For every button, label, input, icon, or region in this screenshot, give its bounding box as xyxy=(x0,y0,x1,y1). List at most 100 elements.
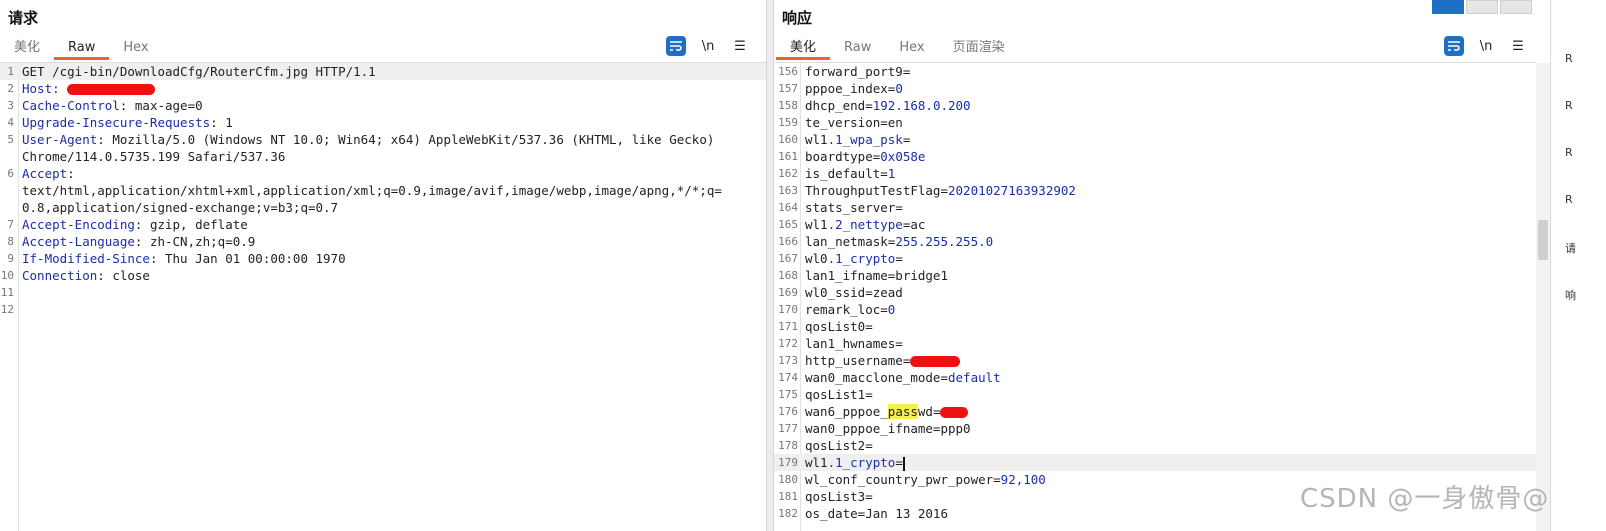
code-line: 162 is_default=1 xyxy=(774,165,1536,182)
line-text: wan0_pppoe_ifname=ppp0 xyxy=(805,420,971,437)
token: User-Agent xyxy=(22,132,98,147)
line-number: 173 xyxy=(778,354,798,367)
token: is_default= xyxy=(805,166,888,181)
line-text: wl0.1_crypto= xyxy=(805,250,903,267)
code-line: Chrome/114.0.5735.199 Safari/537.36 xyxy=(0,148,766,165)
request-pane: 请求 美化 Raw Hex \n ☰ 1 GET /cgi-bin/DownloadC… xyxy=(0,0,766,531)
tab-1[interactable]: 美化 xyxy=(0,38,54,60)
token: qosList3= xyxy=(805,489,873,504)
code-line: 159 te_version=en xyxy=(774,114,1536,131)
redaction-mark xyxy=(910,356,961,367)
line-text: Connection: close xyxy=(22,267,150,284)
line-number: 12 xyxy=(0,303,14,316)
token: .1_crypto xyxy=(827,455,896,470)
tab-2[interactable]: Raw xyxy=(830,38,885,60)
tab-2[interactable]: Raw xyxy=(54,38,110,60)
token: wl1 xyxy=(805,217,828,232)
inspector-strip: R R R R 请响 xyxy=(1550,0,1606,531)
inspector-item[interactable]: R xyxy=(1565,193,1573,206)
code-line: 160 wl1.1_wpa_psk= xyxy=(774,131,1536,148)
response-pane: 响应 美化 Raw Hex 页面渲染 \n ☰ 156 forward_port9= 15… xyxy=(774,0,1550,531)
line-number: 158 xyxy=(778,99,798,112)
tab-3[interactable]: Hex xyxy=(885,38,938,60)
token: Accept-Encoding xyxy=(22,217,135,232)
token: : max-age=0 xyxy=(119,98,203,113)
response-title: 响应 xyxy=(782,9,813,27)
code-line: 2 Host: xyxy=(0,80,766,97)
code-line: 0.8,application/signed-exchange;v=b3;q=0… xyxy=(0,199,766,216)
line-text: wl1.1_wpa_psk= xyxy=(805,131,910,148)
line-text: forward_port9= xyxy=(805,63,910,80)
line-number: 175 xyxy=(778,388,798,401)
inspector-item[interactable]: R xyxy=(1565,52,1573,65)
line-text: stats_server= xyxy=(805,199,903,216)
line-number: 168 xyxy=(778,269,798,282)
line-number: 170 xyxy=(778,303,798,316)
code-line: text/html,application/xhtml+xml,applicat… xyxy=(0,182,766,199)
line-text: wl_conf_country_pwr_power=92,100 xyxy=(805,471,1046,488)
newline-toggle-icon[interactable]: \n xyxy=(1476,36,1496,56)
line-text: te_version=en xyxy=(805,114,903,131)
tab-1[interactable]: 美化 xyxy=(776,38,831,60)
line-text: lan_netmask=255.255.255.0 xyxy=(805,233,993,250)
inspector-item[interactable]: R xyxy=(1565,99,1573,112)
line-number: 10 xyxy=(0,269,14,282)
inspector-item[interactable]: 请 xyxy=(1565,240,1576,256)
line-number: 178 xyxy=(778,439,798,452)
line-text: Accept-Encoding: gzip, deflate xyxy=(22,216,248,233)
token: os_date=Jan 13 2016 xyxy=(805,506,948,521)
menu-icon[interactable]: ☰ xyxy=(1508,36,1528,56)
token: Cache-Control xyxy=(22,98,120,113)
line-text: boardtype=0x058e xyxy=(805,148,925,165)
tab-3[interactable]: Hex xyxy=(109,38,162,60)
split-horizontal-icon[interactable] xyxy=(1432,0,1464,14)
request-toolbar: \n ☰ xyxy=(666,36,750,56)
pane-splitter[interactable] xyxy=(766,0,774,531)
inspector-item[interactable]: R xyxy=(1565,146,1573,159)
line-number: 172 xyxy=(778,337,798,350)
tab-4[interactable]: 页面渲染 xyxy=(939,38,1019,60)
wrap-icon[interactable] xyxy=(666,36,686,56)
split-vertical-icon[interactable] xyxy=(1466,0,1498,14)
response-toolbar: \n ☰ xyxy=(1444,36,1528,56)
scroll-thumb[interactable] xyxy=(1538,220,1548,260)
line-number: 176 xyxy=(778,405,798,418)
line-number: 7 xyxy=(7,218,14,231)
line-text: pppoe_index=0 xyxy=(805,80,903,97)
line-number: 162 xyxy=(778,167,798,180)
token: 255.255.255.0 xyxy=(895,234,994,249)
token: = xyxy=(895,455,903,470)
code-line: 4 Upgrade-Insecure-Requests: 1 xyxy=(0,114,766,131)
token: lan1_hwnames= xyxy=(805,336,903,351)
request-editor[interactable]: 1 GET /cgi-bin/DownloadCfg/RouterCfm.jpg … xyxy=(0,62,766,531)
line-number: 3 xyxy=(7,99,14,112)
inspector-item[interactable]: 响 xyxy=(1565,287,1576,303)
code-line: 157 pppoe_index=0 xyxy=(774,80,1536,97)
line-number: 8 xyxy=(7,235,14,248)
line-number: 159 xyxy=(778,116,798,129)
line-text: wan6_pppoe_passwd= xyxy=(805,403,969,420)
line-number: 2 xyxy=(7,82,14,95)
response-scrollbar[interactable] xyxy=(1536,63,1550,531)
menu-icon[interactable]: ☰ xyxy=(730,36,750,56)
token: dhcp_end= xyxy=(805,98,873,113)
token: GET /cgi-bin/DownloadCfg/RouterCfm.jpg H… xyxy=(22,64,376,79)
response-editor[interactable]: 156 forward_port9= 157 pppoe_index=0 158 dhcp… xyxy=(774,62,1536,531)
line-number: 167 xyxy=(778,252,798,265)
line-number: 163 xyxy=(778,184,798,197)
line-text: qosList1= xyxy=(805,386,873,403)
line-text: Accept-Language: zh-CN,zh;q=0.9 xyxy=(22,233,255,250)
line-number: 165 xyxy=(778,218,798,231)
single-pane-icon[interactable] xyxy=(1500,0,1532,14)
newline-toggle-icon[interactable]: \n xyxy=(698,36,718,56)
wrap-icon[interactable] xyxy=(1444,36,1464,56)
token: If-Modified-Since xyxy=(22,251,150,266)
token: 0x058e xyxy=(880,149,926,164)
line-text: Cache-Control: max-age=0 xyxy=(22,97,203,114)
token: wl_conf_country_pwr_power= xyxy=(805,472,1001,487)
token: qosList2= xyxy=(805,438,873,453)
token: http_username= xyxy=(805,353,911,368)
request-title: 请求 xyxy=(8,9,39,27)
line-text: wan0_macclone_mode=default xyxy=(805,369,1001,386)
line-text: text/html,application/xhtml+xml,applicat… xyxy=(22,182,722,199)
